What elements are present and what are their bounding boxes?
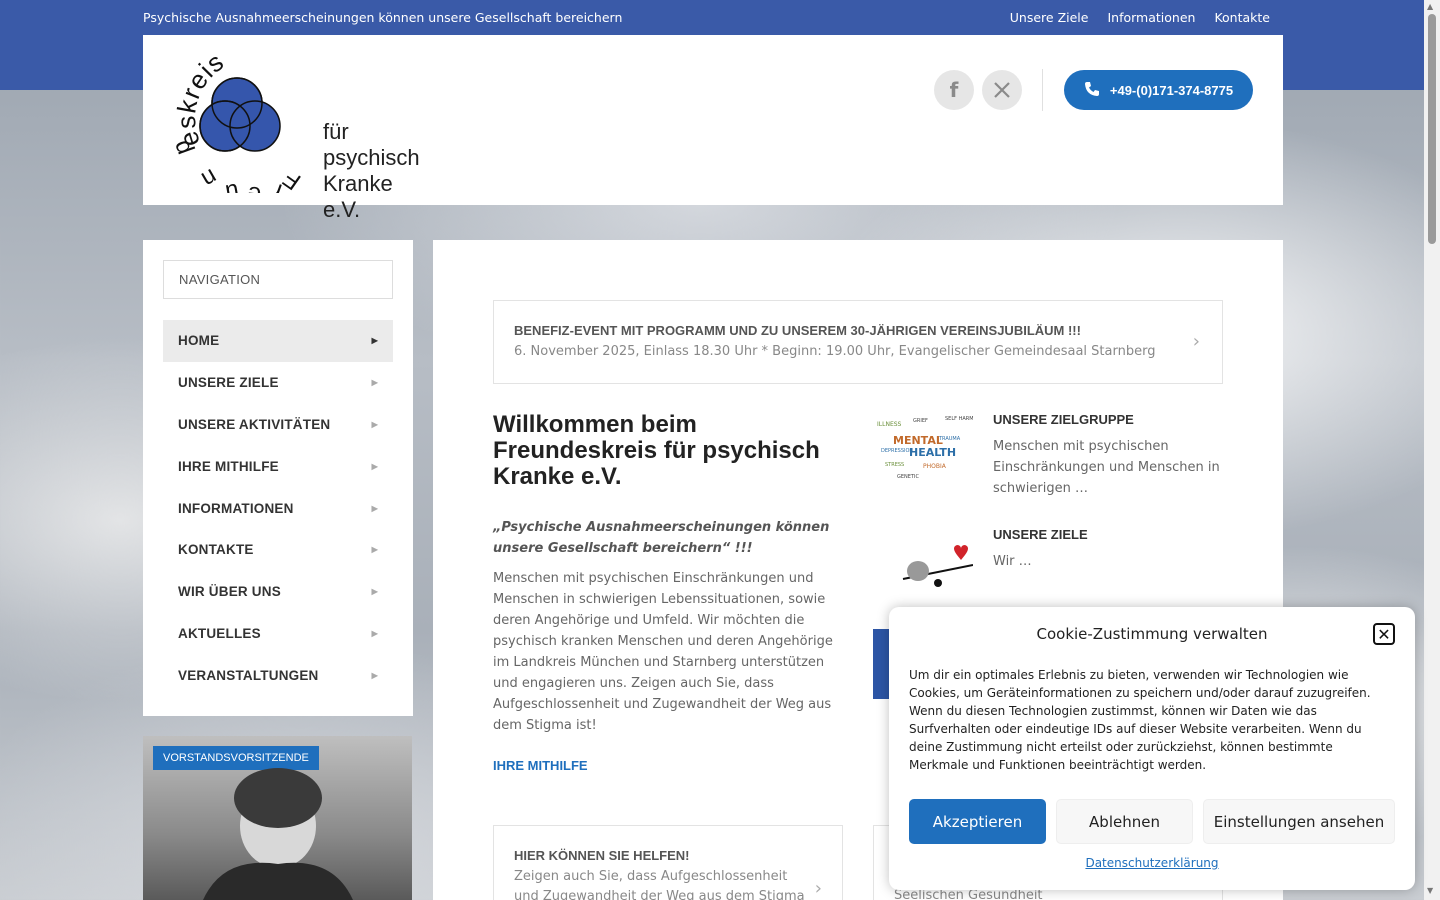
chevron-right-icon: › [1192,331,1200,352]
welcome-intro: Menschen mit psychischen Einschränkungen… [493,571,833,733]
ihre-mithilfe-link[interactable]: IHRE MITHILFE [493,758,588,773]
svg-text:STRESS: STRESS [885,462,904,468]
top-link-kontakte[interactable]: Kontakte [1214,10,1270,25]
accept-button[interactable]: Akzeptieren [909,799,1046,844]
page-title: Willkommen beim Freundeskreis für psychi… [493,411,820,490]
caret-right-icon: ▶ [371,378,378,388]
view-preferences-button[interactable]: Einstellungen ansehen [1203,799,1395,844]
cookie-consent-dialog: Cookie-Zustimmung verwalten ✕ Um dir ein… [889,607,1415,890]
sidebar-item-home[interactable]: HOME ▶ [163,320,393,362]
sidebar-item-informationen[interactable]: INFORMATIONEN ▶ [163,487,393,529]
help-card-title: HIER KÖNNEN SIE HELFEN! [514,848,690,863]
sidebar-item-aktuelles[interactable]: AKTUELLES ▶ [163,613,393,655]
svg-text:u: u [223,177,241,193]
sidebar-item-veranstaltungen[interactable]: VERANSTALTUNGEN ▶ [163,654,393,696]
page-scrollbar[interactable]: ▲ ▼ [1424,0,1440,900]
scrollbar-thumb[interactable] [1428,14,1436,244]
sidebar: NAVIGATION HOME ▶ UNSERE ZIELE ▶ UNSERE AK… [143,240,413,716]
cookie-title: Cookie-Zustimmung verwalten [1036,625,1268,643]
sidebar-item-kontakte[interactable]: KONTAKTE ▶ [163,529,393,571]
chevron-right-icon: › [814,878,822,899]
phone-number: +49-(0)171-374-8775 [1109,82,1234,98]
caret-right-icon: ▶ [371,628,378,638]
top-link-informationen[interactable]: Informationen [1107,10,1195,25]
caret-right-icon: ▶ [371,419,378,429]
svg-text:F: F [278,165,306,193]
sidebar-item-unsere-ziele[interactable]: UNSERE ZIELE ▶ [163,362,393,404]
feature-title: UNSERE ZIELE [993,527,1088,542]
header-divider [1042,69,1043,111]
event-title: BENEFIZ-EVENT MIT PROGRAMM UND ZU UNSERE… [514,323,1081,338]
brain-heart-scale-image [873,527,974,602]
svg-text:GENETIC: GENETIC [897,474,919,480]
caret-right-icon: ▶ [371,670,378,680]
top-link-unsere-ziele[interactable]: Unsere Ziele [1010,10,1089,25]
sidebar-nav: HOME ▶ UNSERE ZIELE ▶ UNSERE AKTIVITÄTEN ▶ … [163,320,393,696]
site-header: eskreis d n u e r F für psychisch Kranke… [143,35,1283,222]
svg-text:HEALTH: HEALTH [909,446,956,459]
help-card[interactable]: HIER KÖNNEN SIE HELFEN! Zeigen auch Sie,… [493,825,843,900]
svg-text:n: n [197,163,222,193]
board-chair-photo[interactable]: VORSTANDSVORSITZENDE [143,736,412,900]
event-description: 6. November 2025, Einlass 18.30 Uhr * Be… [514,344,1156,359]
feature-ziele[interactable]: UNSERE ZIELE Wir … [873,527,1223,602]
privacy-policy-link[interactable]: Datenschutzerklärung [889,856,1415,870]
svg-text:TRAUMA: TRAUMA [938,436,961,442]
logo-wordmark: für psychisch Kranke e.V. [323,119,420,222]
phone-icon [1084,81,1100,100]
feature-zielgruppe[interactable]: ILLNESS GRIEF SELF HARM MENTAL TRAUMA DE… [873,412,1223,497]
caret-right-icon: ▶ [371,587,378,597]
sidebar-item-unsere-aktivitaeten[interactable]: UNSERE AKTIVITÄTEN ▶ [163,404,393,446]
svg-text:e: e [247,181,263,193]
deny-button[interactable]: Ablehnen [1056,799,1193,844]
caret-right-icon: ▶ [371,545,378,555]
caret-right-icon: ▶ [371,503,378,513]
feature-description: Menschen mit psychischen Einschränkungen… [993,439,1220,496]
cookie-text: Um dir ein optimales Erlebnis zu bieten,… [909,668,1371,772]
caret-right-icon: ▶ [371,336,378,346]
svg-text:ILLNESS: ILLNESS [877,421,902,428]
x-icon[interactable] [982,70,1022,110]
sidebar-item-wir-ueber-uns[interactable]: WIR ÜBER UNS ▶ [163,571,393,613]
caret-right-icon: ▶ [371,461,378,471]
scroll-down-icon[interactable]: ▼ [1427,886,1433,895]
close-icon[interactable]: ✕ [1373,623,1395,645]
top-links: Unsere Ziele Informationen Kontakte [1010,10,1270,25]
svg-text:SELF HARM: SELF HARM [945,416,973,422]
svg-text:GRIEF: GRIEF [913,418,928,424]
site-logo[interactable]: eskreis d n u e r F für psychisch Kranke… [169,46,435,222]
help-card-description: Zeigen auch Sie, dass Aufgeschlossenheit… [514,869,805,900]
sidebar-item-ihre-mithilfe[interactable]: IHRE MITHILFE ▶ [163,445,393,487]
event-banner[interactable]: BENEFIZ-EVENT MIT PROGRAMM UND ZU UNSERE… [493,300,1223,384]
facebook-icon[interactable]: f [934,70,974,110]
phone-button[interactable]: +49-(0)171-374-8775 [1064,70,1253,110]
welcome-quote: „Psychische Ausnahmeerscheinungen können… [493,520,830,556]
word-cloud-image: ILLNESS GRIEF SELF HARM MENTAL TRAUMA DE… [873,412,974,487]
site-tagline: Psychische Ausnahmeerscheinungen können … [143,10,623,25]
scroll-up-icon[interactable]: ▲ [1427,2,1433,11]
feature-description: Wir … [993,554,1032,569]
feature-title: UNSERE ZIELGRUPPE [993,412,1134,427]
navigation-heading: NAVIGATION [163,260,393,299]
svg-text:PHOBIA: PHOBIA [923,463,947,470]
